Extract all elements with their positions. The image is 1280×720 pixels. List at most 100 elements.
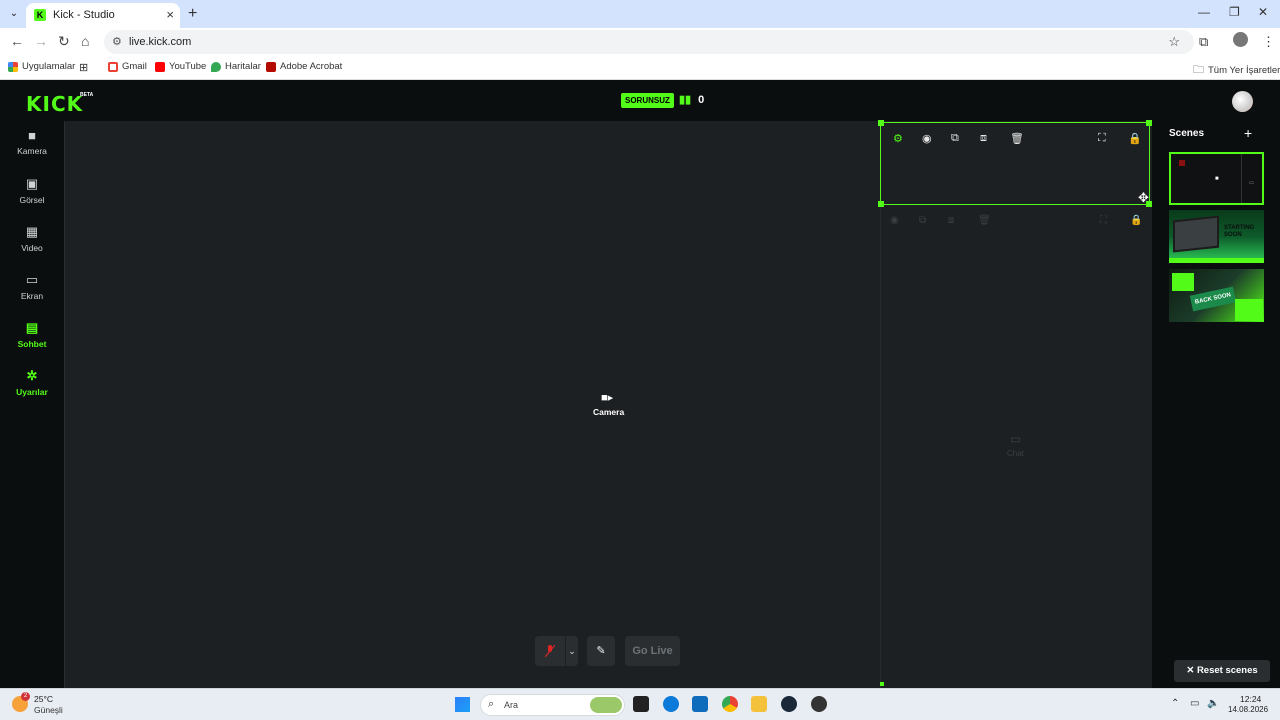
bookmark-star-icon[interactable]: ☆ bbox=[1168, 34, 1180, 50]
tab-search-icon[interactable]: ⌄ bbox=[6, 6, 22, 22]
avatar[interactable] bbox=[1232, 91, 1253, 112]
windows-start-icon[interactable] bbox=[455, 697, 470, 712]
lock-icon[interactable]: 🔒 bbox=[1128, 132, 1142, 145]
fullscreen-icon[interactable]: ⛶ bbox=[1098, 132, 1106, 145]
status-badge: SORUNSUZ bbox=[621, 93, 674, 108]
taskbar-search[interactable]: ⌕ Ara bbox=[480, 694, 625, 716]
tab-close-icon[interactable]: × bbox=[166, 7, 174, 22]
task-view-icon[interactable] bbox=[633, 696, 649, 712]
weather-temp: 25°C bbox=[34, 694, 53, 704]
sidebar-item-uyarilar[interactable]: ✲ Uyarılar bbox=[0, 368, 64, 397]
outlook-icon[interactable] bbox=[692, 696, 708, 712]
edge-icon[interactable] bbox=[663, 696, 679, 712]
steam-icon[interactable] bbox=[781, 696, 797, 712]
bookmark-grid[interactable]: ⊞ bbox=[79, 61, 88, 74]
reset-scenes-label: Reset scenes bbox=[1196, 665, 1258, 676]
scene-mic-icon bbox=[1179, 160, 1185, 166]
mic-toggle-button[interactable] bbox=[535, 636, 565, 666]
sidebar-item-label: Görsel bbox=[19, 195, 45, 205]
sidebar-item-ekran[interactable]: ▭ Ekran bbox=[0, 272, 64, 301]
delete-icon[interactable]: 🗑 bbox=[1010, 132, 1024, 145]
film-icon: ▦ bbox=[25, 224, 39, 239]
bookmark-gmail[interactable]: Gmail bbox=[108, 61, 147, 72]
chat-layer[interactable] bbox=[880, 121, 1152, 688]
site-info-icon[interactable]: ⚙ bbox=[112, 35, 122, 48]
send-backward-icon-dim: ⧈ bbox=[948, 215, 955, 226]
bookmark-acrobat[interactable]: Adobe Acrobat bbox=[266, 61, 342, 72]
bookmarks-bar: Uygulamalar ⊞ Gmail YouTube Haritalar Ad… bbox=[0, 56, 1280, 80]
sidebar-item-label: Ekran bbox=[20, 291, 44, 301]
resize-handle-tl[interactable] bbox=[878, 120, 884, 126]
youtube-icon bbox=[155, 61, 165, 72]
kick-logo[interactable]: KICK bbox=[26, 92, 83, 116]
sidebar-item-video[interactable]: ▦ Video bbox=[0, 224, 64, 253]
minimize-icon[interactable]: — bbox=[1198, 5, 1210, 19]
scene-divider bbox=[1241, 154, 1242, 203]
browser-tab[interactable]: K Kick - Studio × bbox=[26, 3, 180, 28]
grid-icon: ⊞ bbox=[79, 62, 89, 74]
notification-badge: 2 bbox=[21, 692, 30, 701]
sidebar-item-sohbet[interactable]: ▤ Sohbet bbox=[0, 320, 64, 349]
go-live-button[interactable]: Go Live bbox=[625, 636, 680, 666]
sidebar-item-kamera[interactable]: ■ Kamera bbox=[0, 128, 64, 156]
back-icon[interactable]: ← bbox=[10, 33, 24, 49]
all-bookmarks[interactable]: 🗀 Tüm Yer İşaretleri bbox=[1193, 61, 1280, 80]
gmail-icon bbox=[108, 61, 118, 72]
visibility-icon[interactable]: ◉ bbox=[922, 132, 932, 145]
extensions-icon[interactable]: ⧉ bbox=[1199, 34, 1208, 50]
beta-tag: BETA bbox=[80, 92, 94, 98]
reset-scenes-button[interactable]: ✕ Reset scenes bbox=[1174, 660, 1270, 682]
camera-icon: ■ bbox=[28, 128, 36, 143]
camera-source-icon: ■▸ bbox=[601, 392, 614, 404]
home-icon[interactable]: ⌂ bbox=[81, 33, 89, 49]
scene-thumb-3[interactable]: BACK SOON bbox=[1169, 269, 1264, 322]
file-explorer-icon[interactable] bbox=[751, 696, 767, 712]
resize-handle-bottom[interactable] bbox=[880, 682, 884, 686]
fullscreen-icon-dim: ⛶ bbox=[1100, 215, 1107, 226]
chevron-down-icon: ⌄ bbox=[568, 646, 576, 656]
clock-time[interactable]: 12:24 bbox=[1240, 694, 1261, 704]
maps-icon bbox=[211, 61, 221, 72]
screen-icon: ▭ bbox=[25, 272, 39, 287]
pencil-icon: ✎ bbox=[596, 645, 606, 657]
apps-grid-icon bbox=[8, 61, 18, 72]
resize-handle-bl[interactable] bbox=[878, 201, 884, 207]
window-close-icon[interactable]: ✕ bbox=[1258, 5, 1268, 19]
restore-icon[interactable]: ❐ bbox=[1229, 5, 1240, 19]
tray-chevron-icon[interactable]: ⌃ bbox=[1171, 698, 1179, 709]
search-highlight-icon bbox=[590, 697, 622, 713]
sidebar-item-gorsel[interactable]: ▣ Görsel bbox=[0, 176, 64, 205]
resize-handle-tr[interactable] bbox=[1146, 120, 1152, 126]
delete-icon-dim: 🗑 bbox=[978, 215, 991, 226]
app-icon[interactable] bbox=[811, 696, 827, 712]
lock-icon-dim: 🔒 bbox=[1130, 215, 1143, 226]
mic-dropdown-button[interactable]: ⌄ bbox=[565, 636, 578, 666]
layer-settings-icon[interactable]: ⚙ bbox=[893, 132, 903, 145]
weather-desc: Güneşli bbox=[34, 705, 63, 715]
bring-forward-icon-dim: ⧉ bbox=[919, 215, 927, 226]
new-tab-icon[interactable]: + bbox=[188, 5, 197, 23]
scene-thumb-2[interactable]: STARTING SOON bbox=[1169, 210, 1264, 263]
clock-date[interactable]: 14.08.2026 bbox=[1228, 705, 1268, 714]
send-backward-icon[interactable]: ⧈ bbox=[980, 132, 987, 145]
viewer-count: 0 bbox=[698, 93, 705, 106]
viewers-icon: ▮▮ bbox=[679, 94, 692, 106]
display-icon[interactable]: ▭ bbox=[1190, 698, 1199, 709]
bookmark-apps[interactable]: Uygulamalar bbox=[8, 61, 75, 72]
sidebar-item-label: Kamera bbox=[17, 146, 47, 156]
bookmark-maps[interactable]: Haritalar bbox=[211, 61, 261, 72]
reload-icon[interactable]: ↻ bbox=[58, 33, 70, 50]
bookmark-youtube[interactable]: YouTube bbox=[155, 61, 206, 72]
chrome-icon[interactable] bbox=[722, 696, 738, 712]
edit-button[interactable]: ✎ bbox=[587, 636, 615, 666]
bring-forward-icon[interactable]: ⧉ bbox=[951, 132, 959, 145]
address-bar[interactable]: ⚙ live.kick.com ☆ bbox=[104, 30, 1194, 54]
volume-icon[interactable]: 🔈 bbox=[1207, 698, 1219, 709]
viewer-counter: ▮▮ 0 bbox=[679, 93, 705, 107]
scene-thumb-1[interactable]: ■ ▭ bbox=[1169, 152, 1264, 205]
browser-menu-icon[interactable]: ⋮ bbox=[1262, 34, 1275, 50]
profile-icon[interactable] bbox=[1233, 32, 1248, 47]
bookmark-label: Gmail bbox=[122, 61, 147, 72]
forward-icon[interactable]: → bbox=[34, 33, 48, 49]
add-scene-icon[interactable]: + bbox=[1244, 125, 1252, 141]
